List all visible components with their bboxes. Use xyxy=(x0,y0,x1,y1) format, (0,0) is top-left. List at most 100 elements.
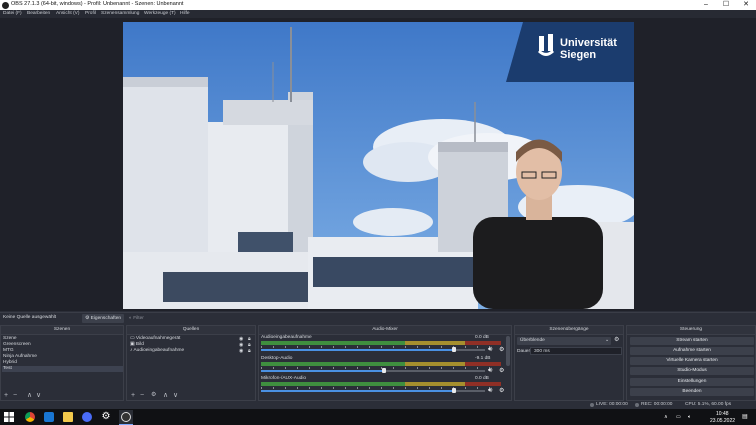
remove-source-button[interactable]: − xyxy=(140,392,144,399)
mixer-channel-name: Audioeingabeaufnahme xyxy=(261,335,312,340)
source-move-up-button[interactable]: ∧ xyxy=(163,392,168,399)
mixer-channel-db: -9.1 dB xyxy=(475,356,491,361)
speaker-icon[interactable]: 🔊︎ xyxy=(488,346,492,354)
close-button[interactable]: ✕ xyxy=(736,0,756,10)
outlook-icon[interactable] xyxy=(44,412,54,422)
title-bar: OBS 27.1.3 (64-bit, windows) - Profil: U… xyxy=(0,0,756,10)
program-preview[interactable]: Universität Siegen xyxy=(123,22,634,309)
transition-settings-gear-icon[interactable]: ⚙ xyxy=(614,336,619,343)
menu-tools[interactable]: Werkzeuge (T) xyxy=(144,10,176,18)
scene-item-selected[interactable]: Test xyxy=(2,366,123,372)
volume-meter xyxy=(261,362,501,366)
notification-icon[interactable]: ▤ xyxy=(742,413,748,420)
windows-start-icon[interactable] xyxy=(4,412,14,422)
volume-meter xyxy=(261,341,501,345)
sources-title: Quellen xyxy=(127,326,255,335)
speaker-icon[interactable]: 🔊︎ xyxy=(488,387,492,395)
obs-app-icon xyxy=(2,1,9,9)
source-move-down-button[interactable]: ∨ xyxy=(173,392,178,399)
channel-settings-gear-icon[interactable]: ⚙ xyxy=(499,367,504,374)
menu-bar: Datei (F) Bearbeiten Ansicht (V) Profil … xyxy=(0,10,756,18)
start-recording-button[interactable]: Aufnahme starten xyxy=(630,347,754,355)
maximize-button[interactable]: ☐ xyxy=(716,0,736,10)
meter-segment xyxy=(261,382,405,386)
window-title: OBS 27.1.3 (64-bit, windows) - Profil: U… xyxy=(11,1,184,7)
menu-help[interactable]: Hilfe xyxy=(180,10,190,18)
start-streaming-button[interactable]: Stream starten xyxy=(630,337,754,345)
settings-button[interactable]: Einstellungen xyxy=(630,378,754,386)
exit-button[interactable]: Beenden xyxy=(630,388,754,396)
mixer-channel-name: Mikrofon-/AUX-Audio xyxy=(261,376,307,381)
menu-scene-collection[interactable]: Szenensammlung xyxy=(101,10,139,18)
taskbar-time: 10:48 xyxy=(716,411,729,417)
source-label: Videoaufnahmegerät xyxy=(135,336,181,341)
settings-gear-icon[interactable]: ⚙ xyxy=(101,412,111,422)
remove-scene-button[interactable]: − xyxy=(13,392,17,399)
source-item-audio[interactable]: ♪ Audioeingabeaufnahme xyxy=(130,348,184,354)
transition-type-value: Überblende xyxy=(520,338,545,343)
channel-settings-gear-icon[interactable]: ⚙ xyxy=(499,387,504,394)
taskbar-date: 23.05.2022 xyxy=(710,418,736,424)
tray-chevron-icon[interactable]: ∧ xyxy=(664,414,668,420)
filters-button[interactable]: ◐ Filter xyxy=(126,314,147,323)
meter-segment xyxy=(405,362,465,366)
source-toolbar: Keine Quelle ausgewählt ⚙ Eigenschaften … xyxy=(0,312,756,325)
volume-slider-fill xyxy=(261,369,385,372)
audio-mixer-dock: Audio-Mixer Audioeingabeaufnahme 0.0 dB 🔊︎… xyxy=(258,325,512,401)
volume-meter xyxy=(261,382,501,386)
menu-profile[interactable]: Profil xyxy=(85,10,96,18)
volume-slider-handle[interactable] xyxy=(382,368,387,373)
duration-label: Dauer xyxy=(517,349,531,354)
add-scene-button[interactable]: + xyxy=(4,392,8,399)
controls-dock: Steuerung Stream starten Aufnahme starte… xyxy=(626,325,756,401)
menu-edit[interactable]: Bearbeiten xyxy=(27,10,50,18)
meter-segment xyxy=(465,341,501,345)
channel-settings-gear-icon[interactable]: ⚙ xyxy=(499,346,504,353)
meter-ticks xyxy=(261,366,501,369)
rec-time: REC: 00:00:00 xyxy=(641,402,673,407)
lock-icon[interactable]: 🔒︎ xyxy=(248,348,251,354)
minimize-button[interactable]: – xyxy=(696,0,716,10)
logo-line-1: Universität xyxy=(560,37,617,49)
obs-icon xyxy=(121,412,131,422)
properties-label: Eigenschaften xyxy=(90,316,122,321)
mixer-channel-name: Desktop-Audio xyxy=(261,356,293,361)
volume-slider-handle[interactable] xyxy=(451,388,456,393)
visibility-eye-icon[interactable]: ◉ xyxy=(239,348,243,354)
filter-icon: ◐ xyxy=(129,316,132,321)
obs-taskbar-button[interactable] xyxy=(119,410,133,425)
sources-dock: Quellen ▭ Videoaufnahmegerät ▣ Bild ♪ Au… xyxy=(126,325,256,401)
scenes-title: Szenen xyxy=(1,326,123,335)
network-icon[interactable]: ▭ xyxy=(676,414,681,420)
live-time: LIVE: 00:00:00 xyxy=(596,402,628,407)
start-virtual-camera-button[interactable]: Virtuelle Kamera starten xyxy=(630,357,754,365)
mixer-scrollbar[interactable] xyxy=(506,336,510,366)
meter-segment xyxy=(405,341,465,345)
rec-indicator-icon xyxy=(635,402,639,407)
file-explorer-icon[interactable] xyxy=(63,412,73,422)
volume-slider-handle[interactable] xyxy=(451,347,456,352)
studio-mode-button[interactable]: Studio-Modus xyxy=(630,367,754,375)
transitions-title: Szenenübergänge xyxy=(515,326,623,335)
meter-segment xyxy=(405,382,465,386)
add-source-button[interactable]: + xyxy=(131,392,135,399)
filters-label: Filter xyxy=(133,316,144,321)
move-up-button[interactable]: ∧ xyxy=(27,392,32,399)
properties-button[interactable]: ⚙ Eigenschaften xyxy=(82,314,125,323)
menu-file[interactable]: Datei (F) xyxy=(3,10,22,18)
controls-title: Steuerung xyxy=(627,326,755,335)
audio-mixer-title: Audio-Mixer xyxy=(259,326,511,335)
cpu-fps-status: CPU: 5.1%, 60.00 fps xyxy=(685,402,732,407)
source-settings-gear-icon[interactable]: ⚙ xyxy=(151,392,156,399)
transition-type-select[interactable]: Überblende ⌄ xyxy=(517,337,611,345)
app-icon[interactable] xyxy=(82,412,92,422)
no-source-selected-label: Keine Quelle ausgewählt xyxy=(3,315,57,320)
meter-segment xyxy=(465,382,501,386)
menu-view[interactable]: Ansicht (V) xyxy=(56,10,79,18)
chrome-icon[interactable] xyxy=(25,412,35,422)
volume-icon[interactable]: 🔈︎ xyxy=(688,414,691,420)
duration-input[interactable]: 300 ms xyxy=(530,347,622,355)
source-label: Bild xyxy=(135,342,144,347)
speaker-icon[interactable]: 🔊︎ xyxy=(488,367,492,375)
move-down-button[interactable]: ∨ xyxy=(36,392,41,399)
